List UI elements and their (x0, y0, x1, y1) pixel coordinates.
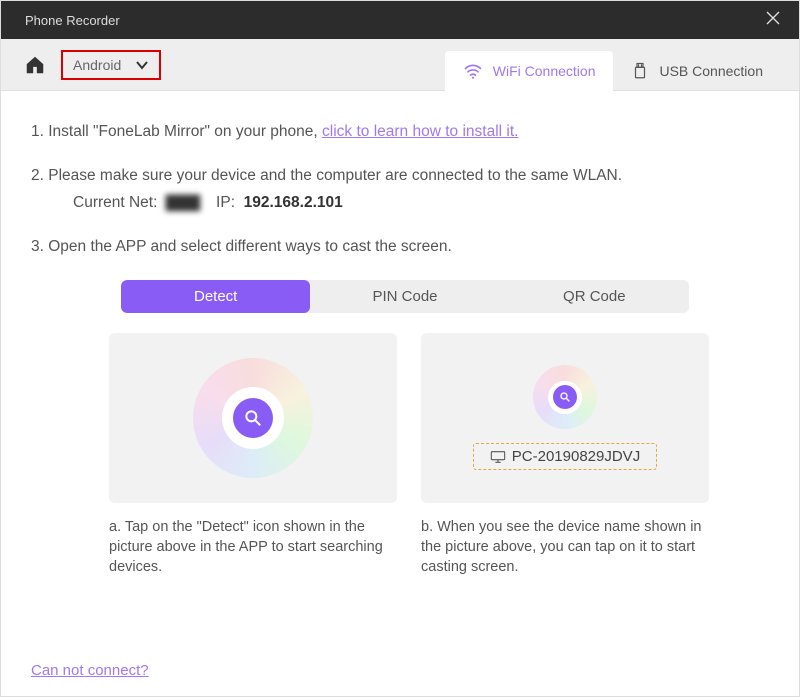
cast-tab-qr[interactable]: QR Code (500, 280, 689, 313)
monitor-icon (490, 450, 506, 464)
window-title: Phone Recorder (25, 13, 120, 28)
cast-tab-detect[interactable]: Detect (121, 280, 310, 313)
content: 1. Install "FoneLab Mirror" on your phon… (1, 91, 799, 696)
toolbar: Android WiFi Connection USB Connection (1, 39, 799, 91)
card-b-visual: PC-20190829JDVJ (421, 333, 709, 503)
cast-tab-pin[interactable]: PIN Code (310, 280, 499, 313)
network-info: Current Net: ▇▇▇ IP: 192.168.2.101 (31, 192, 769, 214)
card-b: PC-20190829JDVJ b. When you see the devi… (421, 333, 709, 578)
wifi-icon (463, 61, 483, 81)
search-icon (233, 398, 273, 438)
tab-usb-label: USB Connection (659, 63, 763, 79)
close-icon[interactable] (765, 10, 781, 31)
platform-dropdown[interactable]: Android (61, 50, 161, 80)
tab-usb-connection[interactable]: USB Connection (613, 52, 781, 90)
net-label: Current Net: (73, 194, 157, 211)
connection-tabs: WiFi Connection USB Connection (445, 39, 781, 90)
ip-label: IP: (216, 194, 235, 211)
instruction-cards: a. Tap on the "Detect" icon shown in the… (109, 333, 709, 578)
tab-wifi-connection[interactable]: WiFi Connection (445, 51, 614, 91)
platform-label: Android (73, 57, 121, 73)
net-name: ▇▇▇ (166, 194, 199, 211)
card-a: a. Tap on the "Detect" icon shown in the… (109, 333, 397, 578)
usb-icon (631, 62, 649, 80)
device-name: PC-20190829JDVJ (512, 448, 640, 465)
install-link[interactable]: click to learn how to install it. (322, 123, 518, 140)
device-name-box: PC-20190829JDVJ (473, 443, 657, 470)
titlebar: Phone Recorder (1, 1, 799, 39)
step-1-text: 1. Install "FoneLab Mirror" on your phon… (31, 123, 322, 140)
home-icon[interactable] (23, 53, 47, 77)
detect-ring-small-icon (533, 365, 597, 429)
ip-value: 192.168.2.101 (244, 194, 343, 211)
step-2-text: 2. Please make sure your device and the … (31, 167, 622, 184)
card-b-text: b. When you see the device name shown in… (421, 517, 709, 578)
chevron-down-icon (135, 58, 149, 72)
step-1: 1. Install "FoneLab Mirror" on your phon… (31, 121, 769, 143)
footer: Can not connect? (31, 642, 769, 680)
step-2: 2. Please make sure your device and the … (31, 165, 769, 214)
cast-method-tabs: Detect PIN Code QR Code (121, 280, 689, 313)
card-a-text: a. Tap on the "Detect" icon shown in the… (109, 517, 397, 578)
step-3: 3. Open the APP and select different way… (31, 236, 769, 258)
card-a-visual (109, 333, 397, 503)
detect-ring-icon (193, 358, 313, 478)
cannot-connect-link[interactable]: Can not connect? (31, 662, 149, 679)
tab-wifi-label: WiFi Connection (493, 63, 596, 79)
